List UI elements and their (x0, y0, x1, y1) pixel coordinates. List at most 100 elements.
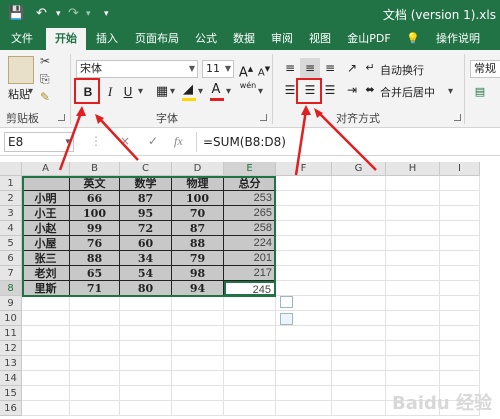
merge-dropdown-icon[interactable]: ▾ (448, 86, 453, 97)
empty-cell[interactable] (386, 251, 440, 266)
format-painter-icon[interactable]: ✎ (40, 90, 50, 104)
empty-cell[interactable] (440, 296, 480, 311)
empty-cell[interactable] (22, 341, 70, 356)
empty-cell[interactable] (224, 326, 276, 341)
empty-cell[interactable] (276, 281, 332, 296)
empty-cell[interactable] (386, 296, 440, 311)
phonetic-guide-button[interactable]: wén (238, 80, 258, 100)
empty-cell[interactable] (70, 296, 120, 311)
empty-cell[interactable] (70, 311, 120, 326)
font-color-button[interactable]: A (206, 80, 226, 100)
score-cell[interactable]: 60 (120, 236, 172, 251)
empty-cell[interactable] (224, 401, 276, 416)
empty-cell[interactable] (386, 356, 440, 371)
name-cell[interactable]: 小赵 (22, 221, 70, 236)
empty-cell[interactable] (332, 401, 386, 416)
align-middle-icon[interactable]: ≡ (300, 58, 320, 78)
tab-kingsoft-pdf[interactable]: 金山PDF (340, 28, 398, 50)
cancel-icon[interactable]: × (120, 134, 130, 148)
undo-dropdown-icon[interactable]: ▾ (56, 9, 61, 19)
font-launcher-icon[interactable] (260, 114, 267, 121)
empty-cell[interactable] (440, 206, 480, 221)
save-icon[interactable]: 💾 (8, 6, 24, 21)
score-cell[interactable]: 95 (120, 206, 172, 221)
tab-file[interactable]: 文件 (0, 28, 44, 50)
empty-cell[interactable] (70, 356, 120, 371)
empty-cell[interactable] (332, 221, 386, 236)
column-header-a[interactable]: A (22, 162, 70, 176)
active-cell-e8[interactable]: 245 (224, 281, 276, 296)
empty-cell[interactable] (172, 371, 224, 386)
column-header-d[interactable]: D (172, 162, 224, 176)
empty-cell[interactable] (386, 281, 440, 296)
phonetic-dropdown-icon[interactable]: ▾ (258, 86, 263, 97)
enter-icon[interactable]: ✓ (148, 134, 158, 148)
row-header-15[interactable]: 15 (0, 386, 22, 401)
empty-cell[interactable] (70, 401, 120, 416)
empty-cell[interactable] (386, 236, 440, 251)
empty-cell[interactable] (172, 386, 224, 401)
name-box[interactable]: E8 ▾ (4, 132, 74, 152)
empty-cell[interactable] (386, 176, 440, 191)
score-cell[interactable]: 98 (172, 266, 224, 281)
empty-cell[interactable] (386, 266, 440, 281)
empty-cell[interactable] (440, 371, 480, 386)
redo-icon[interactable]: ↷ (68, 6, 79, 21)
align-top-icon[interactable]: ≡ (280, 58, 300, 78)
empty-cell[interactable] (332, 296, 386, 311)
empty-cell[interactable] (332, 356, 386, 371)
alignment-launcher-icon[interactable] (454, 114, 461, 121)
score-cell[interactable]: 253 (224, 191, 276, 206)
font-size-select[interactable]: 11 ▼ (202, 60, 234, 78)
header-cell[interactable]: 总分 (224, 176, 276, 191)
header-cell[interactable] (22, 176, 70, 191)
column-header-i[interactable]: I (440, 162, 480, 176)
redo-dropdown-icon[interactable]: ▾ (86, 9, 91, 19)
align-right-icon[interactable]: ☰ (320, 80, 340, 100)
empty-cell[interactable] (440, 341, 480, 356)
empty-cell[interactable] (386, 341, 440, 356)
empty-cell[interactable] (332, 326, 386, 341)
indent-icon[interactable]: ⇥ (342, 80, 362, 100)
row-header-3[interactable]: 3 (0, 206, 22, 221)
score-cell[interactable]: 66 (70, 191, 120, 206)
empty-cell[interactable] (332, 251, 386, 266)
empty-cell[interactable] (22, 356, 70, 371)
empty-cell[interactable] (22, 296, 70, 311)
empty-cell[interactable] (332, 236, 386, 251)
empty-cell[interactable] (224, 296, 276, 311)
empty-cell[interactable] (332, 386, 386, 401)
empty-cell[interactable] (276, 191, 332, 206)
empty-cell[interactable] (440, 356, 480, 371)
underline-dropdown-icon[interactable]: ▾ (138, 86, 143, 97)
name-cell[interactable]: 小王 (22, 206, 70, 221)
empty-cell[interactable] (276, 251, 332, 266)
name-cell[interactable]: 老刘 (22, 266, 70, 281)
wrap-text-icon[interactable]: ↵ (360, 58, 380, 78)
score-cell[interactable]: 201 (224, 251, 276, 266)
empty-cell[interactable] (120, 326, 172, 341)
empty-cell[interactable] (22, 326, 70, 341)
row-header-16[interactable]: 16 (0, 401, 22, 416)
score-cell[interactable]: 265 (224, 206, 276, 221)
score-cell[interactable]: 224 (224, 236, 276, 251)
empty-cell[interactable] (224, 341, 276, 356)
tab-review[interactable]: 审阅 (264, 28, 300, 50)
empty-cell[interactable] (120, 401, 172, 416)
empty-cell[interactable] (276, 236, 332, 251)
empty-cell[interactable] (172, 311, 224, 326)
merge-center-button[interactable]: 合并后居中 (380, 84, 435, 100)
name-cell[interactable]: 小明 (22, 191, 70, 206)
undo-icon[interactable]: ↶ (36, 6, 47, 21)
row-header-8[interactable]: 8 (0, 281, 22, 296)
score-cell[interactable]: 87 (120, 191, 172, 206)
italic-button[interactable]: I (100, 82, 120, 102)
row-header-7[interactable]: 7 (0, 266, 22, 281)
empty-cell[interactable] (332, 371, 386, 386)
empty-cell[interactable] (386, 206, 440, 221)
empty-cell[interactable] (276, 221, 332, 236)
empty-cell[interactable] (386, 221, 440, 236)
empty-cell[interactable] (120, 296, 172, 311)
empty-cell[interactable] (172, 296, 224, 311)
empty-cell[interactable] (224, 386, 276, 401)
